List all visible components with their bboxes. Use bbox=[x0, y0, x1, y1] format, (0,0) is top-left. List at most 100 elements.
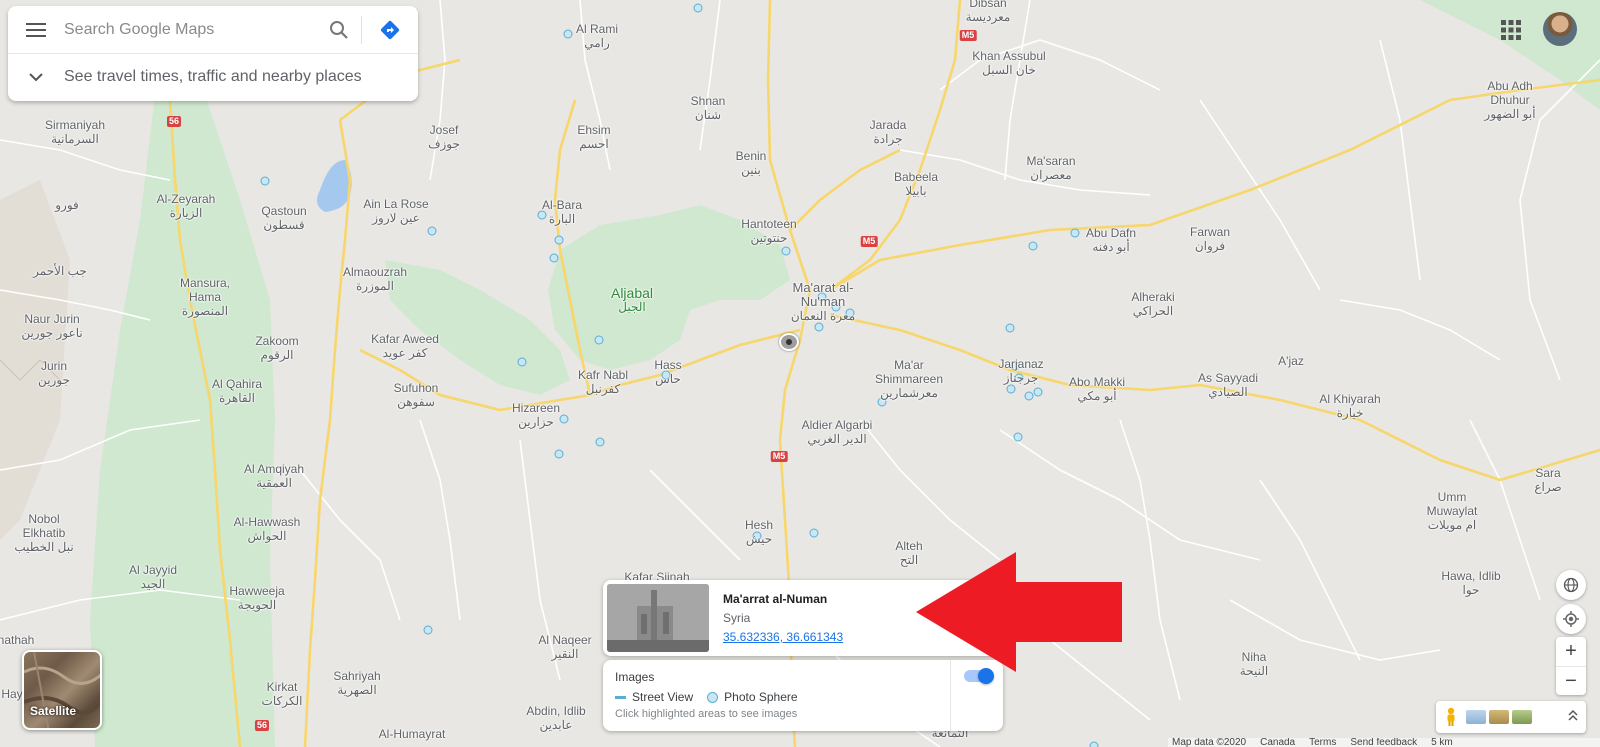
photo-sphere-pin[interactable] bbox=[1006, 384, 1016, 394]
place-label-aljabal[interactable]: Aljabal الجبل bbox=[611, 286, 653, 314]
place-label-dibsan[interactable]: Dibsan معرديسة bbox=[966, 0, 1011, 24]
place-label-farwan[interactable]: Farwan فروان bbox=[1190, 225, 1230, 253]
location-marker[interactable] bbox=[779, 333, 799, 351]
place-label-sirmaniyah[interactable]: Sirmaniyah السرمانية bbox=[45, 118, 105, 146]
globe-view-button[interactable] bbox=[1556, 570, 1586, 600]
place-label-al-qahira[interactable]: Al Qahira القاهرة bbox=[212, 377, 262, 405]
place-label-maar-shimmareen[interactable]: Ma'ar Shimmareen معرشمارين bbox=[864, 358, 954, 400]
photo-sphere-pin[interactable] bbox=[559, 414, 569, 424]
place-label-mansura-hama[interactable]: Mansura, Hama المنصورة bbox=[170, 276, 240, 318]
place-label-sara[interactable]: Sara صراع bbox=[1534, 466, 1561, 494]
place-label-furu[interactable]: فورو bbox=[55, 198, 79, 212]
place-label-al-hawwash[interactable]: Al-Hawwash الحواش bbox=[234, 515, 301, 543]
place-label-hawa-idlib[interactable]: Hawa, Idlib حوا bbox=[1441, 569, 1500, 597]
place-label-niha[interactable]: Niha النيحة bbox=[1240, 650, 1268, 678]
place-label-shnan[interactable]: Shnan شنان bbox=[691, 94, 726, 122]
place-label-al-bara[interactable]: Al-Bara البارة bbox=[542, 198, 582, 226]
place-label-abu-adh-dhuhur[interactable]: Abu Adh Dhuhur أبو الضهور bbox=[1470, 79, 1550, 121]
place-label-kafar-aweed[interactable]: Kafar Aweed كفر عويد bbox=[371, 332, 439, 360]
place-label-jarjanaz[interactable]: Jarjanaz جرجناز bbox=[998, 357, 1043, 385]
zoom-out-button[interactable]: − bbox=[1556, 667, 1586, 696]
place-label-zakoom[interactable]: Zakoom الرقوم bbox=[255, 334, 298, 362]
place-label-jarada[interactable]: Jarada جرادة bbox=[870, 118, 907, 146]
scale-bar[interactable]: 5 km bbox=[1431, 738, 1453, 747]
layer-thumb-3[interactable] bbox=[1512, 710, 1532, 724]
place-label-umm-muwaylat[interactable]: Umm Muwaylat ام مويلات bbox=[1417, 490, 1487, 532]
photo-sphere-pin[interactable] bbox=[1028, 241, 1038, 251]
place-label-al-humayrat[interactable]: Al-Humayrat bbox=[379, 727, 446, 741]
photo-sphere-pin[interactable] bbox=[1005, 323, 1015, 333]
place-label-al-rami[interactable]: Al Rami رامي bbox=[576, 22, 618, 50]
terms-link[interactable]: Terms bbox=[1309, 738, 1336, 747]
place-label-babeela[interactable]: Babeela بابيلا bbox=[894, 170, 938, 198]
place-label-josef[interactable]: Josef جوزف bbox=[428, 123, 460, 151]
place-label-hay[interactable]: Hay bbox=[1, 687, 22, 701]
zoom-in-button[interactable]: + bbox=[1556, 637, 1586, 666]
place-label-jurin[interactable]: Jurin جورين bbox=[38, 359, 70, 387]
place-label-al-naqeer[interactable]: Al Naqeer النقير bbox=[538, 633, 591, 661]
photo-sphere-pin[interactable] bbox=[1070, 228, 1080, 238]
photo-sphere-pin[interactable] bbox=[693, 3, 703, 13]
pegman-icon[interactable] bbox=[1444, 707, 1458, 727]
menu-button[interactable] bbox=[8, 6, 64, 54]
place-label-qastoun[interactable]: Qastoun قسطون bbox=[261, 204, 306, 232]
place-label-hawweeja[interactable]: Hawweeja الحويجة bbox=[229, 584, 284, 612]
photo-sphere-pin[interactable] bbox=[517, 357, 527, 367]
place-label-al-khiyarah[interactable]: Al Khiyarah خيارة bbox=[1319, 392, 1380, 420]
place-label-as-sayyadi[interactable]: As Sayyadi الصيادي bbox=[1198, 371, 1258, 399]
place-label-kirkat[interactable]: Kirkat الكركات bbox=[262, 680, 303, 708]
place-label-nathah[interactable]: nathah bbox=[0, 633, 34, 647]
directions-button[interactable] bbox=[362, 6, 418, 54]
place-label-hizareen[interactable]: Hizareen حزارين bbox=[512, 401, 560, 429]
search-button[interactable] bbox=[316, 15, 362, 44]
place-label-ehsim[interactable]: Ehsim احسم bbox=[577, 123, 610, 151]
place-label-abu-dafn[interactable]: Abu Dafn أبو دفنه bbox=[1086, 226, 1136, 254]
place-label-ajaz[interactable]: A'jaz bbox=[1278, 354, 1304, 368]
photo-sphere-pin[interactable] bbox=[781, 246, 791, 256]
place-label-alheraki[interactable]: Alheraki الحراكي bbox=[1131, 290, 1174, 318]
layer-thumb-1[interactable] bbox=[1466, 710, 1486, 724]
photo-sphere-pin[interactable] bbox=[1089, 741, 1099, 747]
photo-sphere-pin[interactable] bbox=[563, 29, 573, 39]
place-photo-thumbnail[interactable] bbox=[607, 584, 709, 652]
google-apps-button[interactable] bbox=[1498, 17, 1524, 43]
layer-thumb-2[interactable] bbox=[1489, 710, 1509, 724]
photo-sphere-pin[interactable] bbox=[554, 235, 564, 245]
place-label-ain-la-rose[interactable]: Ain La Rose عين لاروز bbox=[363, 197, 428, 225]
place-label-hesh[interactable]: Hesh حيش bbox=[745, 518, 773, 546]
travel-times-row[interactable]: See travel times, traffic and nearby pla… bbox=[8, 54, 418, 100]
search-input[interactable] bbox=[64, 20, 316, 39]
place-label-abdin-idlib[interactable]: Abdin, Idlib عابدين bbox=[526, 704, 585, 732]
place-label-sahriyah[interactable]: Sahriyah الصهرية bbox=[333, 669, 380, 697]
place-label-nobol-elkhatib[interactable]: Nobol Elkhatib نبل الخطيب bbox=[9, 512, 79, 554]
place-label-naur-jurin[interactable]: Naur Jurin ناعور جورين bbox=[21, 312, 82, 340]
place-label-abo-makki[interactable]: Abo Makki أبو مكي bbox=[1069, 375, 1125, 403]
region-link[interactable]: Canada bbox=[1260, 738, 1295, 747]
place-label-benin[interactable]: Benin بنين bbox=[736, 149, 767, 177]
place-label-kafr-nabl[interactable]: Kafr Nabl كفرنبل bbox=[578, 368, 628, 396]
photo-sphere-pin[interactable] bbox=[1024, 391, 1034, 401]
place-label-al-amqiyah[interactable]: Al Amqiyah العمقية bbox=[244, 462, 304, 490]
place-coordinates-link[interactable]: 35.632336, 36.661343 bbox=[723, 630, 843, 644]
photo-sphere-pin[interactable] bbox=[554, 449, 564, 459]
photo-sphere-pin[interactable] bbox=[549, 253, 559, 263]
user-avatar[interactable] bbox=[1543, 12, 1577, 46]
photo-sphere-pin[interactable] bbox=[814, 322, 824, 332]
photo-sphere-pin[interactable] bbox=[1013, 432, 1023, 442]
photo-sphere-pin[interactable] bbox=[1033, 387, 1043, 397]
place-label-al-jayyid[interactable]: Al Jayyid الجيد bbox=[129, 563, 177, 591]
photo-sphere-pin[interactable] bbox=[260, 176, 270, 186]
send-feedback-link[interactable]: Send feedback bbox=[1350, 738, 1417, 747]
place-label-masaran[interactable]: Ma'saran معصران bbox=[1027, 154, 1076, 182]
photo-sphere-pin[interactable] bbox=[809, 528, 819, 538]
place-label-sufuhon[interactable]: Sufuhon سفوهن bbox=[394, 381, 439, 409]
place-label-khan-assubul[interactable]: Khan Assubul خان السبل bbox=[972, 49, 1045, 77]
photo-sphere-pin[interactable] bbox=[595, 437, 605, 447]
my-location-button[interactable] bbox=[1556, 604, 1586, 634]
photo-sphere-pin[interactable] bbox=[427, 226, 437, 236]
place-label-maarat-al-numan[interactable]: Ma'arat al-Nu'man معرة النعمان bbox=[783, 281, 863, 324]
place-label-hantoteen[interactable]: Hantoteen حنتوتين bbox=[741, 217, 796, 245]
place-label-al-zeyarah[interactable]: Al-Zeyarah الزيارة bbox=[157, 192, 216, 220]
expand-layers-button[interactable] bbox=[1568, 709, 1578, 724]
photo-sphere-pin[interactable] bbox=[423, 625, 433, 635]
